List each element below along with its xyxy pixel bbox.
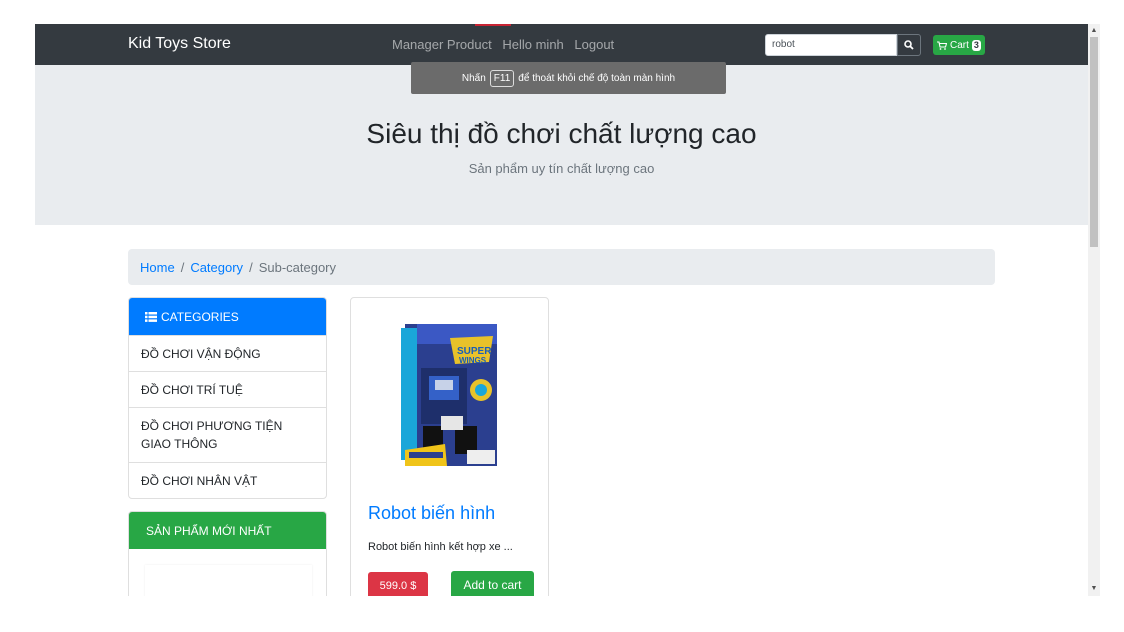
- scroll-down-icon[interactable]: ▼: [1090, 584, 1098, 594]
- cart-button[interactable]: Cart 3: [933, 35, 985, 55]
- search-button[interactable]: [897, 34, 921, 56]
- fullscreen-hint-prefix: Nhấn: [461, 72, 486, 84]
- category-item-nhan-vat[interactable]: ĐỒ CHƠI NHÂN VẬT: [129, 462, 326, 498]
- category-item-phuong-tien[interactable]: ĐỒ CHƠI PHƯƠNG TIỆN GIAO THÔNG: [129, 407, 326, 462]
- breadcrumb-home[interactable]: Home: [140, 260, 175, 275]
- nav-link-logout[interactable]: Logout: [574, 37, 614, 52]
- f11-key: F11: [489, 69, 515, 87]
- nav-accent: [475, 24, 511, 26]
- category-item-van-dong[interactable]: ĐỒ CHƠI VẬN ĐỘNG: [129, 335, 326, 371]
- search-input[interactable]: robot: [765, 34, 897, 56]
- product-image[interactable]: SUPER WINGS: [395, 318, 505, 470]
- page-subtitle: Sản phẩm uy tín chất lượng cao: [468, 161, 655, 176]
- new-products-header: SẢN PHẨM MỚI NHẤT: [129, 512, 326, 549]
- breadcrumb-category[interactable]: Category: [190, 260, 243, 275]
- fullscreen-hint: Nhấn F11 để thoát khỏi chế độ toàn màn h…: [411, 62, 726, 94]
- scrollbar-thumb[interactable]: [1090, 37, 1098, 247]
- categories-header: CATEGORIES: [129, 298, 326, 335]
- cart-icon: [937, 40, 947, 50]
- search-icon: [904, 40, 914, 50]
- new-products-panel: SẢN PHẨM MỚI NHẤT: [128, 511, 327, 596]
- page-scrollbar[interactable]: ▲ ▼: [1088, 24, 1100, 596]
- category-item-tri-tue[interactable]: ĐỒ CHƠI TRÍ TUỆ: [129, 371, 326, 407]
- page-title: Siêu thị đồ chơi chất lượng cao: [366, 118, 757, 149]
- scroll-up-icon[interactable]: ▲: [1090, 26, 1098, 36]
- breadcrumb-separator: /: [249, 259, 253, 275]
- nav-link-manager-product[interactable]: Manager Product: [392, 37, 492, 52]
- brand-link[interactable]: Kid Toys Store: [128, 35, 231, 53]
- cart-count-badge: 3: [971, 39, 981, 51]
- fullscreen-hint-text: để thoát khỏi chế độ toàn màn hình: [518, 72, 676, 84]
- breadcrumb: Home / Category / Sub-category: [128, 249, 995, 285]
- product-price: 599.0 $: [368, 572, 428, 596]
- nav-links: Manager Product Hello minh Logout: [392, 37, 621, 52]
- product-description: Robot biến hình kết hợp xe ...: [368, 541, 513, 553]
- navbar: Kid Toys Store Manager Product Hello min…: [35, 24, 1088, 65]
- product-card: SUPER WINGS Robot biến hình Robot biến h…: [350, 297, 549, 596]
- add-to-cart-button[interactable]: Add to cart: [451, 571, 534, 596]
- svg-text:WINGS: WINGS: [459, 356, 487, 365]
- categories-panel: CATEGORIES ĐỒ CHƠI VẬN ĐỘNG ĐỒ CHƠI TRÍ …: [128, 297, 327, 499]
- breadcrumb-separator: /: [180, 259, 185, 275]
- categories-title: CATEGORIES: [161, 309, 239, 324]
- browser-viewport: Kid Toys Store Manager Product Hello min…: [35, 24, 1088, 596]
- product-title[interactable]: Robot biến hình: [368, 503, 495, 524]
- new-product-thumbnail[interactable]: [145, 565, 312, 596]
- cart-label: Cart: [950, 39, 969, 51]
- list-icon: [145, 311, 157, 322]
- breadcrumb-current: Sub-category: [258, 259, 337, 275]
- nav-link-hello-user[interactable]: Hello minh: [502, 37, 563, 52]
